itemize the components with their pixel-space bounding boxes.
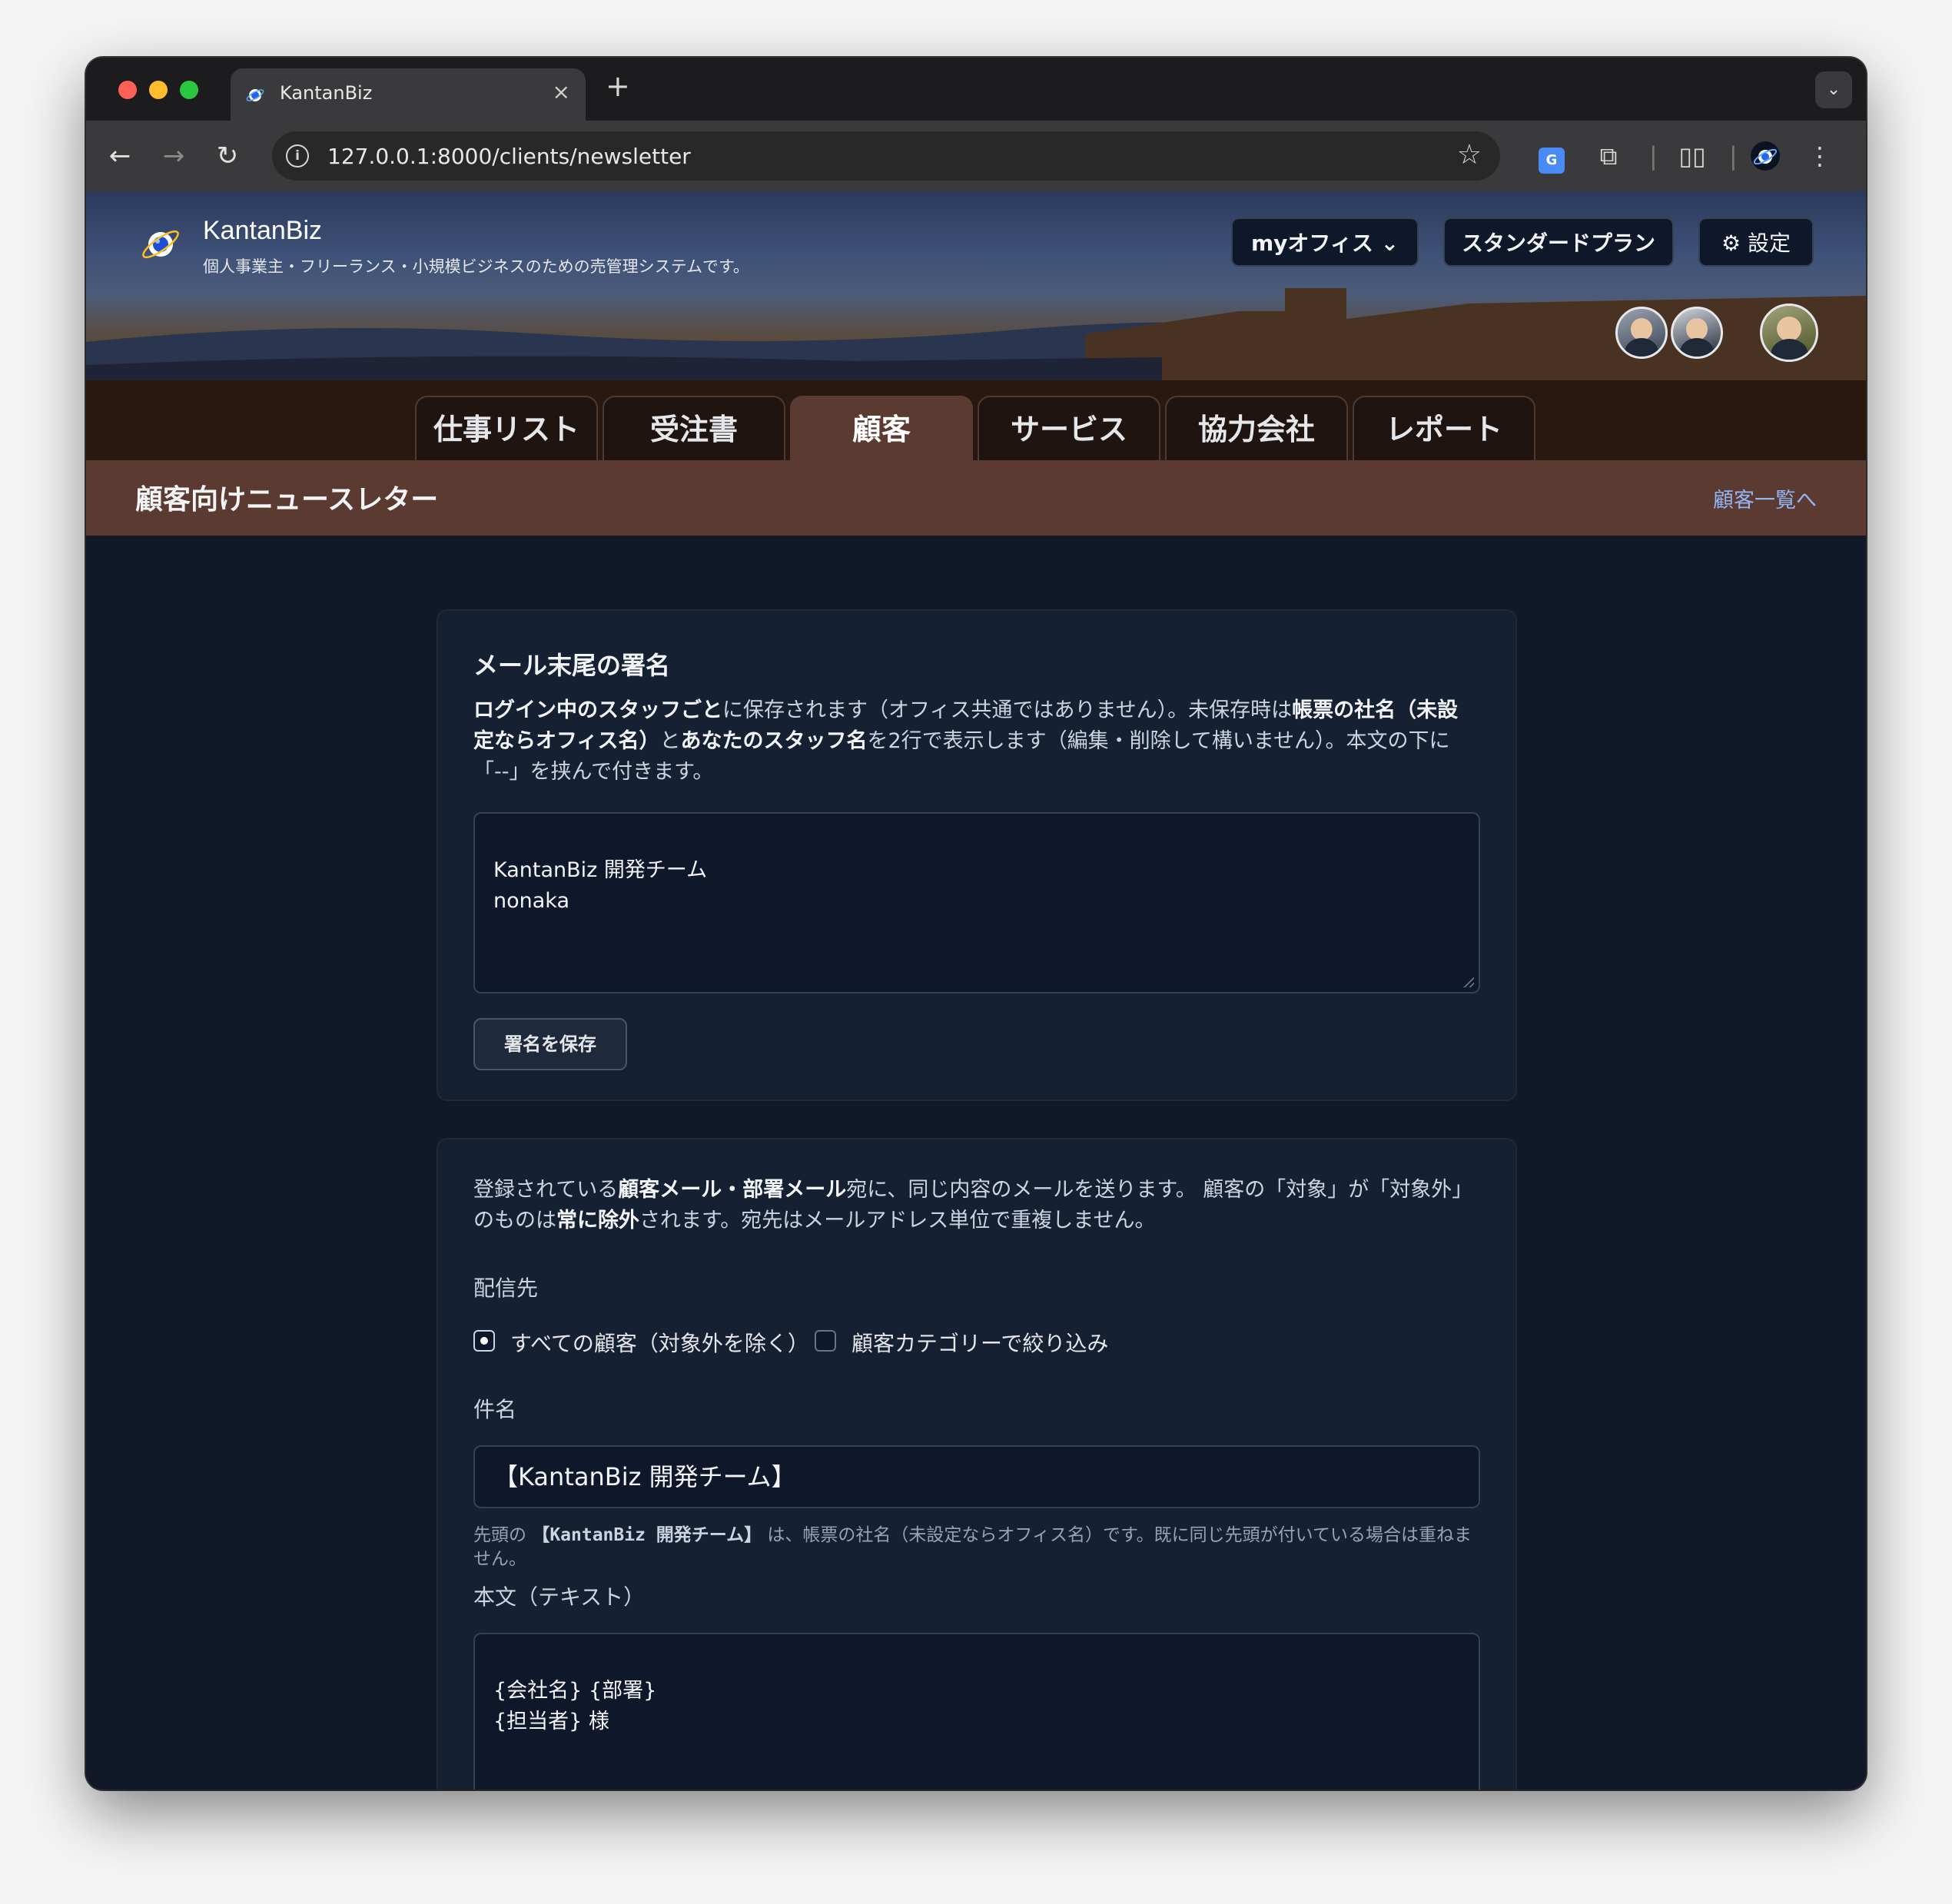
toolbar-divider: |	[1649, 141, 1658, 171]
settings-button[interactable]: ⚙ 設定	[1698, 217, 1814, 267]
translate-icon[interactable]: G	[1532, 138, 1571, 174]
toolbar-divider: |	[1729, 141, 1738, 171]
resize-handle[interactable]	[1463, 977, 1474, 987]
current-user-avatar[interactable]	[1760, 304, 1818, 362]
subject-input[interactable]: 【KantanBiz 開発チーム】	[473, 1445, 1480, 1508]
tab-job-list[interactable]: 仕事リスト	[415, 396, 598, 460]
brand-tagline: 個人事業主・フリーランス・小規模ビジネスのための売管理システムです。	[203, 257, 749, 276]
destination-label: 配信先	[473, 1275, 539, 1301]
header-landscape	[86, 288, 1866, 380]
signature-textarea[interactable]: KantanBiz 開発チーム nonaka	[473, 812, 1480, 993]
app-header: KantanBiz 個人事業主・フリーランス・小規模ビジネスのための売管理システ…	[86, 191, 1866, 380]
forward-button[interactable]: →	[154, 136, 194, 176]
avatar-body	[1770, 339, 1808, 360]
signature-description: ログイン中のスタッフごとに保存されます（オフィス共通ではありません）。未保存時は…	[473, 698, 1459, 784]
arrow-left-icon: ←	[108, 141, 131, 171]
profile-icon[interactable]	[1746, 138, 1784, 174]
kantanbiz-logo-icon	[142, 230, 179, 259]
brand-name[interactable]: KantanBiz	[203, 216, 322, 246]
all-clients-label[interactable]: すべての顧客（対象外を除く）	[510, 1327, 809, 1358]
category-filter-checkbox[interactable]	[815, 1330, 836, 1352]
avatar-face	[1630, 318, 1653, 340]
url-text[interactable]: 127.0.0.1:8000/clients/newsletter	[327, 144, 691, 169]
tab-close-icon[interactable]: ×	[553, 79, 570, 104]
new-tab-button[interactable]: +	[606, 71, 630, 101]
subject-label: 件名	[473, 1397, 517, 1422]
avatar-body	[1625, 338, 1658, 357]
extensions-icon[interactable]: ⧉	[1589, 138, 1628, 174]
kantanbiz-favicon-icon	[246, 89, 264, 101]
tab-search-button[interactable]: ⌄	[1815, 71, 1852, 108]
avatar-face	[1776, 317, 1802, 342]
site-info-icon[interactable]: i	[286, 144, 309, 168]
category-filter-label[interactable]: 顧客カテゴリーで絞り込み	[852, 1327, 1108, 1358]
staff-avatar[interactable]	[1671, 307, 1723, 359]
newsletter-description: 登録されている顧客メール・部署メール宛に、同じ内容のメールを送ります。 顧客の「…	[473, 1178, 1473, 1232]
tab-clients[interactable]: 顧客	[790, 396, 973, 460]
main-nav: 仕事リスト 受注書 顧客 サービス 協力会社 レポート	[86, 380, 1866, 460]
close-window-button[interactable]	[118, 81, 137, 99]
all-clients-radio[interactable]	[473, 1330, 495, 1352]
tab-reports[interactable]: レポート	[1353, 396, 1535, 460]
body-textarea[interactable]: {会社名} {部署} {担当者} 様	[473, 1633, 1480, 1790]
tab-partners[interactable]: 協力会社	[1165, 396, 1348, 460]
avatar-face	[1685, 318, 1708, 340]
reload-icon: ↻	[216, 141, 239, 171]
signature-card-title: メール末尾の署名	[473, 651, 671, 680]
page-title: 顧客向けニュースレター	[135, 484, 439, 516]
maximize-window-button[interactable]	[180, 81, 198, 99]
office-dropdown-button[interactable]: myオフィス ⌄	[1231, 217, 1419, 267]
chevron-down-icon: ⌄	[1826, 80, 1841, 99]
tab-orders[interactable]: 受注書	[603, 396, 785, 460]
reload-button[interactable]: ↻	[207, 136, 247, 176]
minimize-window-button[interactable]	[149, 81, 168, 99]
body-text: {会社名} {部署} {担当者} 様	[493, 1679, 657, 1733]
save-signature-button[interactable]: 署名を保存	[473, 1018, 627, 1070]
newsletter-card: 登録されている顧客メール・部署メール宛に、同じ内容のメールを送ります。 顧客の「…	[437, 1138, 1517, 1790]
tab-services[interactable]: サービス	[978, 396, 1160, 460]
back-button[interactable]: ←	[100, 136, 140, 176]
page-subheader: 顧客向けニュースレター 顧客一覧へ	[86, 460, 1866, 536]
avatar-body	[1680, 338, 1714, 357]
body-label: 本文（テキスト）	[473, 1584, 646, 1610]
client-list-link[interactable]: 顧客一覧へ	[1713, 483, 1817, 513]
reading-mode-icon[interactable]: ▯▯	[1669, 138, 1715, 174]
plan-button[interactable]: スタンダードプラン	[1443, 217, 1674, 267]
browser-toolbar: ← → ↻ i 127.0.0.1:8000/clients/newslette…	[86, 121, 1866, 191]
browser-tab[interactable]: KantanBiz ×	[231, 68, 586, 121]
tab-strip: KantanBiz × + ⌄	[86, 58, 1866, 121]
signature-card: メール末尾の署名 ログイン中のスタッフごとに保存されます（オフィス共通ではありま…	[437, 609, 1517, 1101]
tab-title: KantanBiz	[280, 82, 373, 104]
staff-avatar[interactable]	[1615, 307, 1668, 359]
subject-help-text: 先頭の 【KantanBiz 開発チーム】 は、帳票の社名（未設定ならオフィス名…	[473, 1525, 1472, 1569]
address-bar[interactable]: i 127.0.0.1:8000/clients/newsletter ☆	[272, 131, 1500, 181]
bookmark-star-icon[interactable]: ☆	[1457, 139, 1482, 171]
browser-window: KantanBiz × + ⌄ ← → ↻ i 127.0.0.1:8000/c…	[86, 58, 1866, 1790]
signature-text: KantanBiz 開発チーム nonaka	[493, 858, 708, 913]
arrow-right-icon: →	[162, 141, 185, 171]
more-menu-icon[interactable]: ⋮	[1804, 138, 1835, 174]
